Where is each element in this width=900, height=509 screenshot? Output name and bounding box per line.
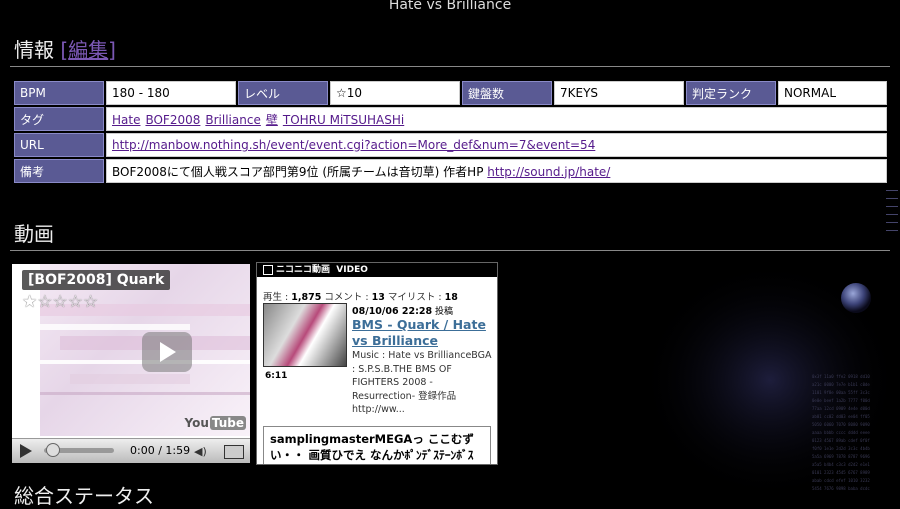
youtube-logo: You Tube xyxy=(184,416,246,430)
author-homepage-link[interactable]: http://sound.jp/hate/ xyxy=(487,165,610,179)
comments-count: 13 xyxy=(371,292,385,303)
tag-label: タグ xyxy=(14,107,104,131)
section-info-heading: 情報 [編集] xyxy=(14,34,116,63)
section-info-title: 情報 xyxy=(14,38,54,62)
nicovideo-title-link[interactable]: BMS - Quark / Hate vs Brilliance xyxy=(352,317,492,349)
play-icon xyxy=(160,342,176,362)
url-label: URL xyxy=(14,133,104,157)
info-table: BPM 180 - 180 レベル ☆10 鍵盤数 7KEYS 判定ランク NO… xyxy=(12,79,889,185)
url-link[interactable]: http://manbow.nothing.sh/event/event.cgi… xyxy=(112,138,595,152)
tag-link[interactable]: BOF2008 xyxy=(145,113,200,127)
edit-link-wrapper: [編集] xyxy=(60,38,116,62)
player-control-bar: 0:00 / 1:59 ◀) xyxy=(12,438,250,463)
fullscreen-icon[interactable] xyxy=(224,445,244,459)
youtube-player[interactable]: You Tube [BOF2008] Quark ★☆☆☆☆ 0:00 / 1:5… xyxy=(12,264,250,463)
video-rating-stars: ★☆☆☆☆ xyxy=(22,292,99,312)
edit-bracket-close: ] xyxy=(108,38,116,62)
tag-link[interactable]: TOHRU MiTSUHASHi xyxy=(283,113,404,127)
svg-text:ab01 cc02 dd03 ee04 ff05: ab01 cc02 dd03 ee04 ff05 xyxy=(812,414,870,419)
nicovideo-thumbnail[interactable] xyxy=(263,303,347,367)
nicovideo-embed[interactable]: ニコニコ動画 VIDEO 再生 : 1,875 コメント : 13 マイリスト … xyxy=(256,262,498,465)
note-text: BOF2008にて個人戦スコア部門第9位 (所属チームは音切草) 作者HP xyxy=(112,164,488,179)
section-status-heading: 総合ステータス xyxy=(14,480,154,509)
views-label: 再生 : xyxy=(263,292,292,303)
nicovideo-latest-comments: samplingmasterMEGAっ ここむずい・・ 画質ひでえ なんかﾎﾟﾝ… xyxy=(263,426,491,464)
tag-link[interactable]: Hate xyxy=(112,113,140,127)
svg-text:abab cdcd efef 1010 3232: abab cdcd efef 1010 3232 xyxy=(812,478,870,483)
bpm-value: 180 - 180 xyxy=(106,81,236,105)
level-label: レベル xyxy=(238,81,328,105)
section-video-title: 動画 xyxy=(14,222,54,246)
video-duration: 6:11 xyxy=(265,371,288,381)
svg-text:0123 4567 89ab cdef 0f0f: 0123 4567 89ab cdef 0f0f xyxy=(812,438,870,443)
posted-date: 08/10/06 22:28 投稿 xyxy=(352,304,453,317)
url-cell: http://manbow.nothing.sh/event/event.cgi… xyxy=(106,133,887,157)
note-cell: BOF2008にて個人戦スコア部門第9位 (所属チームは音切草) 作者HP ht… xyxy=(106,159,887,183)
page-title: Hate vs Brilliance xyxy=(388,0,512,13)
nicovideo-brand: ニコニコ動画 xyxy=(276,265,331,275)
nicovideo-stats: 再生 : 1,875 コメント : 13 マイリスト : 18 xyxy=(263,289,458,303)
svg-text:0e0e beef 1a2b 7777 f00d: 0e0e beef 1a2b 7777 f00d xyxy=(812,398,870,403)
judge-rank-value: NORMAL xyxy=(778,81,887,105)
table-row: タグ Hate BOF2008 Brilliance 壁 TOHRU MiTSUHASH… xyxy=(14,107,887,131)
tag-link[interactable]: 壁 xyxy=(266,113,278,127)
keys-label: 鍵盤数 xyxy=(462,81,552,105)
svg-text:0101 2323 4545 6767 8989: 0101 2323 4545 6767 8989 xyxy=(812,470,870,475)
edit-bracket-open: [ xyxy=(60,38,69,62)
svg-text:aaaa bbbb cccc dddd eeee: aaaa bbbb cccc dddd eeee xyxy=(812,430,870,435)
nicovideo-logo-icon xyxy=(263,264,273,275)
mylist-label: マイリスト : xyxy=(384,292,445,303)
posted-date-value: 08/10/06 22:28 xyxy=(352,306,433,317)
tag-list: Hate BOF2008 Brilliance 壁 TOHRU MiTSUHASHi xyxy=(106,107,887,131)
youtube-logo-tube: Tube xyxy=(209,416,246,430)
nicovideo-description: Music : Hate vs BrillianceBGA : S.P.S.B.… xyxy=(352,350,492,415)
section-divider xyxy=(10,250,890,251)
youtube-logo-you: You xyxy=(184,416,209,430)
tag-link[interactable]: Brilliance xyxy=(205,113,260,127)
svg-text:a21c 0000 7e7e b1b1 c0de: a21c 0000 7e7e b1b1 c0de xyxy=(812,382,870,387)
section-status-title: 総合ステータス xyxy=(14,484,154,508)
svg-text:5454 7676 9898 baba dcdc: 5454 7676 9898 baba dcdc xyxy=(812,486,870,491)
svg-text:5050 6060 7070 8080 9090: 5050 6060 7070 8080 9090 xyxy=(812,422,870,427)
nicovideo-video-label: VIDEO xyxy=(336,265,368,275)
level-value: ☆10 xyxy=(330,81,460,105)
bpm-label: BPM xyxy=(14,81,104,105)
video-title[interactable]: [BOF2008] Quark xyxy=(22,270,171,290)
svg-text:77aa 12cd 0909 4e4e d00d: 77aa 12cd 0909 4e4e d00d xyxy=(812,406,870,411)
section-divider xyxy=(10,66,890,67)
note-label: 備考 xyxy=(14,159,104,183)
table-row: BPM 180 - 180 レベル ☆10 鍵盤数 7KEYS 判定ランク NO… xyxy=(14,81,887,105)
seek-handle[interactable] xyxy=(46,443,60,457)
judge-rank-label: 判定ランク xyxy=(686,81,776,105)
table-row: 備考 BOF2008にて個人戦スコア部門第9位 (所属チームは音切草) 作者HP… xyxy=(14,159,887,183)
edit-link[interactable]: 編集 xyxy=(68,38,108,62)
svg-text:1101 9f8e 00aa 55ff 3c3c: 1101 9f8e 00aa 55ff 3c3c xyxy=(812,390,870,395)
svg-text:a5a5 b4b4 c3c3 d2d2 e1e1: a5a5 b4b4 c3c3 d2d2 e1e1 xyxy=(812,462,870,467)
volume-icon[interactable]: ◀) xyxy=(194,445,207,458)
svg-text:0x3f 11a0 ffe2 0918 dd10: 0x3f 11a0 ffe2 0918 dd10 xyxy=(812,374,870,379)
views-count: 1,875 xyxy=(291,292,322,303)
table-row: URL http://manbow.nothing.sh/event/event… xyxy=(14,133,887,157)
playback-time: 0:00 / 1:59 xyxy=(130,444,191,457)
posted-label: 投稿 xyxy=(432,307,454,317)
play-overlay-button[interactable] xyxy=(142,332,192,372)
svg-text:f0f0 1e1e 2d2d 3c3c 4b4b: f0f0 1e1e 2d2d 3c3c 4b4b xyxy=(812,446,870,451)
nicovideo-header: ニコニコ動画 VIDEO xyxy=(257,263,497,277)
svg-text:5a5a 6969 7878 8787 9696: 5a5a 6969 7878 8787 9696 xyxy=(812,454,870,459)
comments-label: コメント : xyxy=(321,292,372,303)
mylist-count: 18 xyxy=(444,292,458,303)
keys-value: 7KEYS xyxy=(554,81,684,105)
section-video-heading: 動画 xyxy=(14,218,54,247)
play-button[interactable] xyxy=(20,444,32,458)
